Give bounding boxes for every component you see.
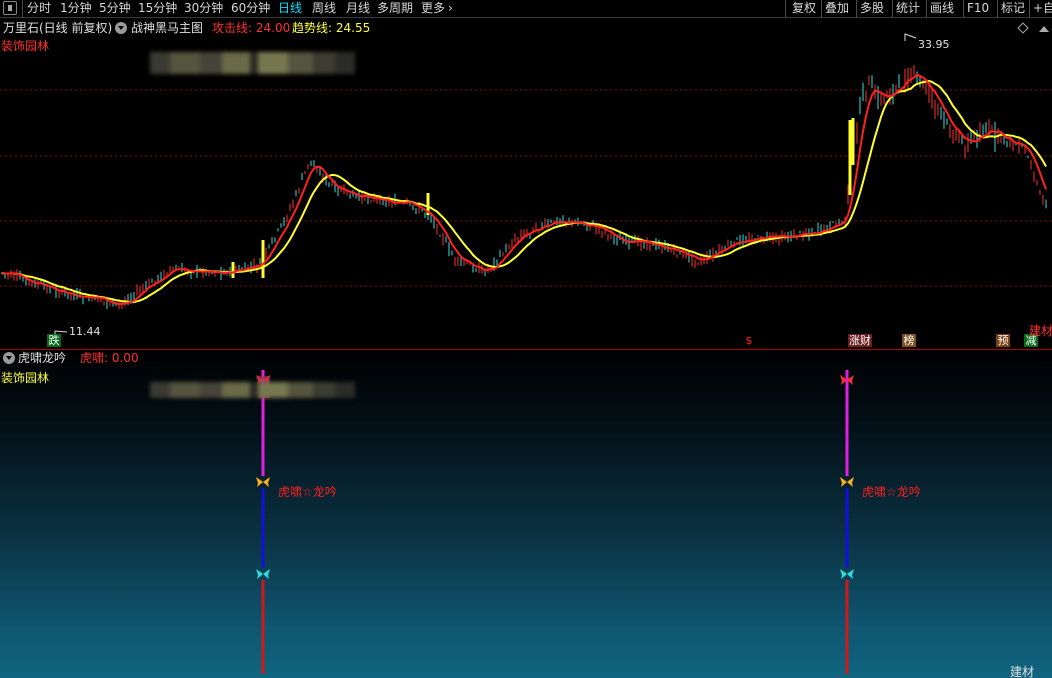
butterfly-icon (840, 477, 854, 487)
period-tab[interactable]: 日线 (278, 1, 302, 17)
butterfly-icon (256, 477, 270, 487)
blurred-watermark (150, 382, 355, 398)
event-tag[interactable]: 跌 (47, 334, 61, 347)
sector-tag[interactable]: 建材 (1029, 322, 1052, 339)
sub-indicator-value: 虎啸: 0.00 (80, 351, 139, 365)
signal-label: 虎啸☆龙吟 (862, 485, 921, 499)
stock-title: 万里石(日线 前复权) (3, 21, 113, 35)
toolbar-button[interactable]: 画线 (930, 1, 954, 17)
period-tab[interactable]: 分时 (27, 1, 51, 17)
high-price-label: 33.95 (918, 38, 950, 51)
limit-up-bar (848, 120, 852, 195)
toolbar-divider (22, 0, 23, 18)
event-tag[interactable]: 预 (996, 334, 1010, 347)
collapse-icon[interactable] (1039, 26, 1049, 32)
toolbar-divider (926, 0, 927, 18)
attack-line (1, 73, 1047, 306)
toolbar-button[interactable]: 复权 (792, 1, 816, 17)
main-indicator-name[interactable]: 战神黑马主图 (131, 20, 203, 36)
period-tab[interactable]: 更多 (421, 1, 445, 17)
blurred-watermark (150, 52, 355, 74)
event-tag[interactable]: 涨财 (848, 334, 872, 347)
industry-label: 装饰园林 (1, 39, 50, 53)
sub-industry-label: 装饰园林 (1, 371, 50, 385)
period-toolbar: 分时 1分钟 5分钟 15分钟 30分钟 60分钟 日线 周线 月线 多周期 更多 › 复权 叠加 多股统… (0, 0, 1052, 18)
period-tab[interactable]: 周线 (312, 1, 336, 17)
toolbar-button[interactable]: F10 (967, 1, 989, 17)
limit-up-bar (261, 240, 265, 278)
toolbar-divider (892, 0, 893, 18)
sub-indicator-pane[interactable] (0, 350, 1052, 678)
toolbar-button[interactable]: 叠加 (825, 1, 849, 17)
period-tab[interactable]: 15分钟 (138, 1, 177, 17)
toolbar-divider (1029, 0, 1030, 18)
sub-indicator-name[interactable]: 虎啸龙吟 (18, 350, 66, 366)
toolbar-divider (963, 0, 964, 18)
sector-footer: 建材 (1010, 665, 1035, 678)
high-marker-icon (904, 33, 917, 41)
limit-up-bar (231, 262, 235, 278)
toolbar-divider (821, 0, 822, 18)
event-tag[interactable]: $ (742, 334, 756, 347)
trend-line-value: 趋势线: 24.55 (292, 21, 371, 35)
period-tab[interactable]: 月线 (346, 1, 370, 17)
more-chevron-icon[interactable]: › (448, 1, 453, 17)
limit-up-bar (851, 118, 855, 165)
toolbar-divider (785, 0, 786, 18)
toolbar-divider (856, 0, 857, 18)
indicator-menu-icon[interactable] (115, 22, 127, 34)
butterfly-icon (256, 569, 270, 579)
trend-line (1, 79, 1047, 304)
butterfly-icon (840, 569, 854, 579)
attack-line-value: 攻击线: 24.00 (212, 21, 291, 35)
period-tab[interactable]: 多周期 (377, 1, 413, 17)
period-tab[interactable]: 60分钟 (231, 1, 270, 17)
event-tag[interactable]: 榜 (902, 334, 916, 347)
signal-label: 虎啸☆龙吟 (278, 485, 337, 499)
toolbar-button[interactable]: 统计 (896, 1, 920, 17)
panel-toggle-icon[interactable] (3, 1, 17, 15)
toolbar-button[interactable]: 多股 (860, 1, 884, 17)
toolbar-button[interactable]: 标记 (1001, 1, 1025, 17)
signal-chart[interactable] (0, 350, 1052, 678)
period-tab[interactable]: 30分钟 (184, 1, 223, 17)
period-tab[interactable]: 1分钟 (60, 1, 92, 17)
toolbar-button[interactable]: +自 (1033, 1, 1052, 17)
low-price-label: 11.44 (69, 325, 101, 338)
period-tab[interactable]: 5分钟 (99, 1, 131, 17)
sub-indicator-menu-icon[interactable] (3, 352, 15, 364)
toolbar-divider (997, 0, 998, 18)
